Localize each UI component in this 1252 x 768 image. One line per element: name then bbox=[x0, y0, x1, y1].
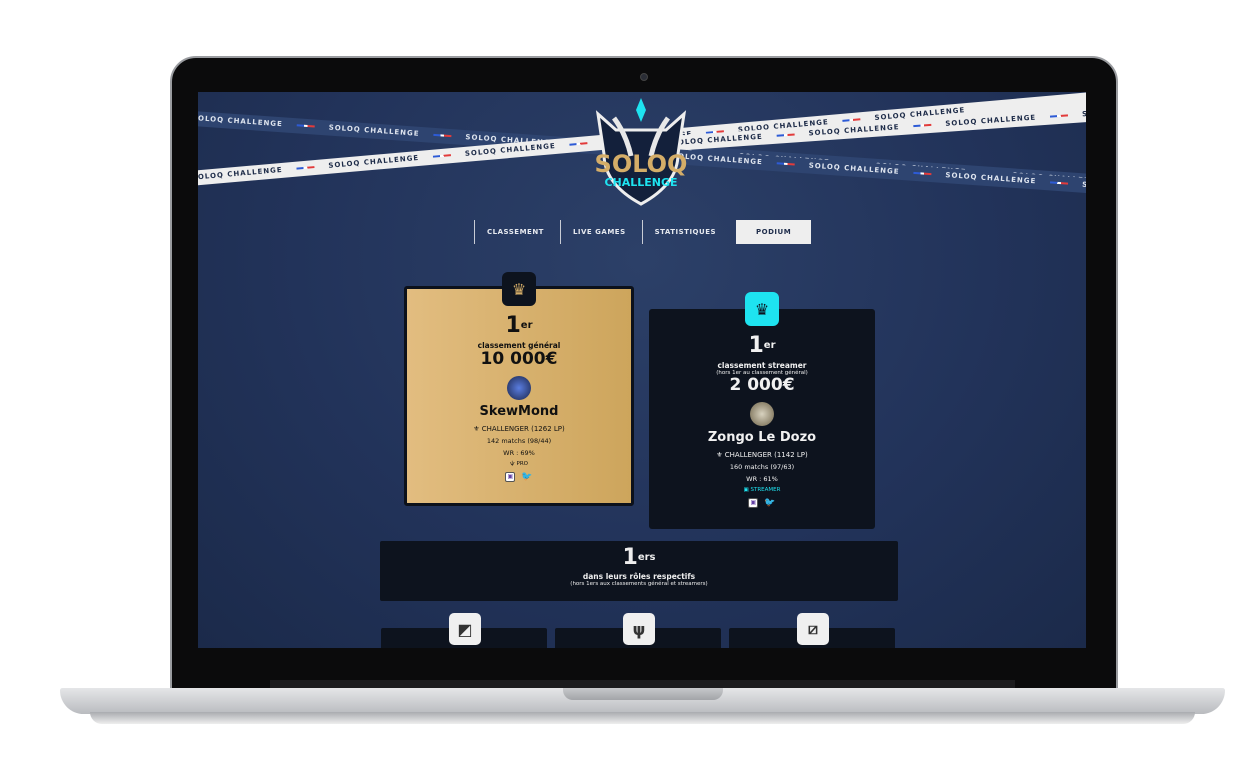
player-name[interactable]: Zongo Le Dozo bbox=[649, 430, 875, 445]
streamer-icon: ▣ bbox=[743, 487, 749, 493]
nav-statistiques[interactable]: STATISTIQUES bbox=[641, 220, 728, 244]
top-lane-icon: ◩ bbox=[449, 613, 481, 645]
winrate: WR : 69% bbox=[503, 449, 535, 457]
role-winners-header: 1ers dans leurs rôles respectifs (hors 1… bbox=[380, 541, 898, 601]
streamer-tag: ▣ STREAMER bbox=[743, 487, 781, 493]
twitch-icon[interactable]: ▣ bbox=[748, 498, 759, 508]
svg-text:CHALLENGE: CHALLENGE bbox=[604, 176, 677, 189]
challenger-icon: ⚜ bbox=[473, 425, 480, 433]
nav-podium[interactable]: PODIUM bbox=[736, 220, 812, 244]
pro-tag: ѱ PRO bbox=[509, 461, 529, 467]
avatar bbox=[750, 402, 774, 426]
svg-text:SOLOQ: SOLOQ bbox=[595, 150, 688, 178]
jungle-icon: ψ bbox=[623, 613, 655, 645]
twitch-icon[interactable]: ▣ bbox=[505, 472, 516, 482]
webcam bbox=[640, 73, 648, 81]
challenger-icon: ⚜ bbox=[716, 451, 723, 459]
category-label: classement streamer bbox=[717, 361, 807, 370]
nav-live-games[interactable]: LIVE GAMES bbox=[559, 220, 638, 244]
rank: 1er bbox=[505, 313, 533, 338]
crest-icon: ♛ bbox=[745, 292, 779, 326]
roles-title: dans leurs rôles respectifs bbox=[582, 572, 696, 581]
tier: ⚜ CHALLENGER (1142 LP) bbox=[716, 451, 808, 459]
rank: 1er bbox=[748, 333, 776, 358]
tier: ⚜ CHALLENGER (1262 LP) bbox=[473, 425, 565, 433]
matches: 142 matchs (98/44) bbox=[486, 437, 552, 445]
main-nav: CLASSEMENT LIVE GAMES STATISTIQUES PODIU… bbox=[474, 220, 815, 244]
avatar bbox=[507, 376, 531, 400]
pro-icon: ѱ bbox=[509, 461, 515, 467]
general-winner-card: ♛ 1er classement général 10 000€ SkewMon… bbox=[404, 272, 634, 506]
roles-note: (hors 1ers aux classements général et st… bbox=[570, 581, 708, 587]
twitter-icon[interactable]: 🐦 bbox=[521, 472, 532, 482]
prize-amount: 2 000€ bbox=[729, 375, 795, 395]
winrate: WR : 61% bbox=[746, 475, 778, 483]
prize-amount: 10 000€ bbox=[480, 349, 558, 369]
laptop-hinge bbox=[270, 680, 1015, 688]
matches: 160 matchs (97/63) bbox=[729, 463, 795, 471]
twitter-icon[interactable]: 🐦 bbox=[764, 498, 775, 508]
mid-lane-icon: ⧄ bbox=[797, 613, 829, 645]
website-screen: SOLOQ CHALLENGESOLOQ CHALLENGESOLOQ CHAL… bbox=[198, 92, 1086, 648]
soloq-challenge-logo[interactable]: SOLOQ CHALLENGE bbox=[586, 94, 696, 206]
laptop-base-edge bbox=[90, 712, 1195, 724]
nav-classement[interactable]: CLASSEMENT bbox=[474, 220, 556, 244]
player-name[interactable]: SkewMond bbox=[407, 404, 631, 419]
laptop-notch bbox=[563, 688, 723, 700]
crest-icon: ♛ bbox=[502, 272, 536, 306]
banner-strip: SOLOQ CHALLENGESOLOQ CHALLENGESOLOQ CHAL… bbox=[657, 148, 1086, 198]
rank: 1ers bbox=[622, 545, 656, 570]
streamer-winner-card: ♛ 1er classement streamer (hors 1er au c… bbox=[649, 292, 875, 529]
